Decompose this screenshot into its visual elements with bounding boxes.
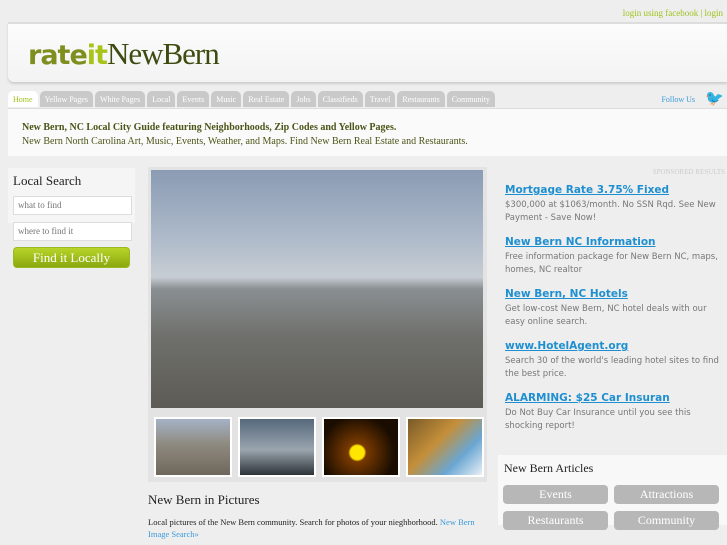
tab-real-estate[interactable]: Real Estate	[243, 91, 290, 107]
ad-text: Do Not Buy Car Insurance until you see t…	[505, 408, 691, 431]
where-to-find-input[interactable]	[13, 222, 132, 241]
ad-link[interactable]: Mortgage Rate 3.75% Fixed	[505, 184, 720, 196]
articles-title: New Bern Articles	[504, 461, 594, 475]
articles-events-button[interactable]: Events	[503, 485, 608, 504]
thumbnail-city[interactable]	[154, 417, 232, 477]
ad-item: www.HotelAgent.org Search 30 of the world…	[505, 340, 720, 381]
tagline-title: New Bern, NC Local City Guide featuring …	[22, 122, 397, 133]
ad-link[interactable]: ALARMING: $25 Car Insuran	[505, 392, 720, 404]
what-to-find-input[interactable]	[13, 196, 132, 215]
thumbnail-coast[interactable]	[406, 417, 484, 477]
pictures-heading: New Bern in Pictures	[148, 492, 260, 507]
login-link[interactable]: login using facebook | login	[623, 8, 723, 18]
tab-community[interactable]: Community	[446, 91, 495, 107]
main-city-photo[interactable]	[151, 170, 483, 408]
ad-text: Search 30 of the world's leading hotel s…	[505, 356, 719, 379]
ad-text: Get low-cost New Bern, NC hotel deals wi…	[505, 304, 707, 327]
ad-link[interactable]: New Bern, NC Hotels	[505, 288, 720, 300]
tab-home[interactable]: Home	[8, 91, 38, 107]
tab-travel[interactable]: Travel	[364, 91, 396, 107]
tab-yellow-pages[interactable]: Yellow Pages	[39, 91, 93, 107]
thumbnail-sunset[interactable]	[322, 417, 400, 477]
pictures-text: Local pictures of the New Bern community…	[148, 516, 488, 540]
thumbnail-mountains[interactable]	[238, 417, 316, 477]
tab-restaurants[interactable]: Restaurants	[397, 91, 445, 107]
tab-jobs[interactable]: Jobs	[291, 91, 316, 107]
ad-item: ALARMING: $25 Car Insuran Do Not Buy Car …	[505, 392, 720, 433]
ad-item: New Bern, NC Hotels Get low-cost New Bern…	[505, 288, 720, 329]
twitter-bird-icon[interactable]: 🐦	[705, 89, 724, 107]
logo-it: it	[86, 40, 108, 71]
tab-music[interactable]: Music	[211, 91, 242, 107]
header: rateitNewBern	[8, 22, 727, 82]
ad-item: Mortgage Rate 3.75% Fixed $300,000 at $10…	[505, 184, 720, 225]
follow-us-link[interactable]: Follow Us	[661, 95, 695, 104]
local-search-title: Local Search	[13, 173, 82, 188]
tab-white-pages[interactable]: White Pages	[94, 91, 146, 107]
logo-name: NewBern	[106, 36, 220, 71]
pictures-description: Local pictures of the New Bern community…	[148, 517, 440, 527]
tagline-subtitle: New Bern North Carolina Art, Music, Even…	[22, 136, 468, 147]
articles-community-button[interactable]: Community	[614, 511, 719, 530]
articles-restaurants-button[interactable]: Restaurants	[503, 511, 608, 530]
find-it-locally-button[interactable]: Find it Locally	[13, 247, 130, 268]
ad-link[interactable]: New Bern NC Information	[505, 236, 720, 248]
articles-panel: New Bern Articles Events Attractions Res…	[498, 455, 727, 530]
tab-classifieds[interactable]: Classifieds	[317, 91, 363, 107]
ad-text: Free information package for New Bern NC…	[505, 252, 718, 275]
ad-link[interactable]: www.HotelAgent.org	[505, 340, 720, 352]
tab-events[interactable]: Events	[177, 91, 210, 107]
tagline: New Bern, NC Local City Guide featuring …	[8, 108, 727, 156]
tab-local[interactable]: Local	[147, 91, 176, 107]
ad-item: New Bern NC Information Free information …	[505, 236, 720, 277]
ad-text: $300,000 at $1063/month. No SSN Rqd. See…	[505, 200, 716, 223]
nav-tabs: Home Yellow Pages White Pages Local Even…	[8, 91, 495, 107]
sponsored-label: SPONSORED RESULTS	[652, 168, 725, 176]
logo[interactable]: rateitNewBern	[28, 36, 220, 72]
logo-rate: rate	[28, 40, 88, 71]
articles-attractions-button[interactable]: Attractions	[614, 485, 719, 504]
photo-gallery	[148, 167, 487, 482]
